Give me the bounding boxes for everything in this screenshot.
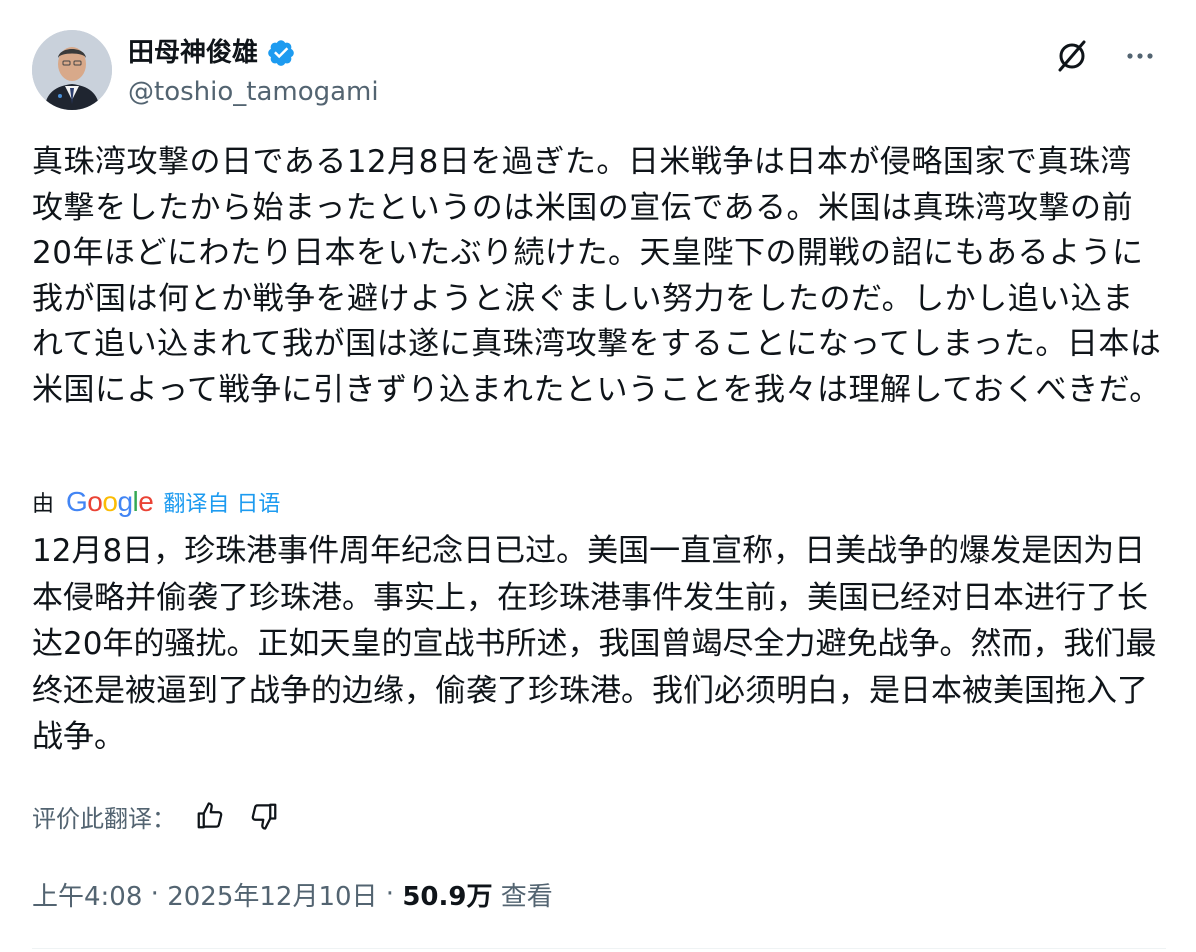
- rate-translation: 评价此翻译：: [32, 796, 284, 836]
- more-icon[interactable]: [1120, 36, 1160, 76]
- verified-badge-icon: [268, 40, 294, 66]
- views-label: 查看: [500, 881, 553, 912]
- translation-attribution: 由 Google 翻译自 日语: [32, 484, 280, 520]
- post-date[interactable]: 2025年12月10日: [167, 876, 377, 913]
- thumbs-up-icon[interactable]: [190, 796, 230, 836]
- post-metadata: 上午4:08 · 2025年12月10日 · 50.9万 查看: [32, 874, 553, 914]
- rate-translation-label: 评价此翻译：: [32, 804, 176, 833]
- author-handle[interactable]: @toshio_tamogami: [128, 76, 379, 108]
- avatar[interactable]: [32, 30, 112, 110]
- post-translated-text: 12月8日，珍珠港事件周年纪念日已过。美国一直宣称，日美战争的爆发是因为日本侵略…: [32, 533, 1157, 755]
- google-logo: Google: [66, 486, 154, 517]
- views-count: 50.9万: [402, 881, 493, 912]
- post-header: 田母神俊雄 @toshio_tamogami: [32, 30, 1166, 114]
- author-display-name[interactable]: 田母神俊雄: [128, 36, 258, 70]
- grok-icon[interactable]: [1052, 36, 1092, 76]
- thumbs-down-icon[interactable]: [244, 796, 284, 836]
- translate-source-link[interactable]: 翻译自 日语: [163, 486, 280, 518]
- translated-by-prefix: 由: [32, 492, 55, 517]
- divider: [32, 948, 1166, 949]
- meta-separator: ·: [377, 879, 403, 909]
- post-original-text: 真珠湾攻撃の日である12月8日を過ぎた。日米戦争は日本が侵略国家で真珠湾攻撃をし…: [32, 144, 1162, 408]
- meta-separator: ·: [142, 879, 168, 909]
- post-time[interactable]: 上午4:08: [32, 876, 142, 913]
